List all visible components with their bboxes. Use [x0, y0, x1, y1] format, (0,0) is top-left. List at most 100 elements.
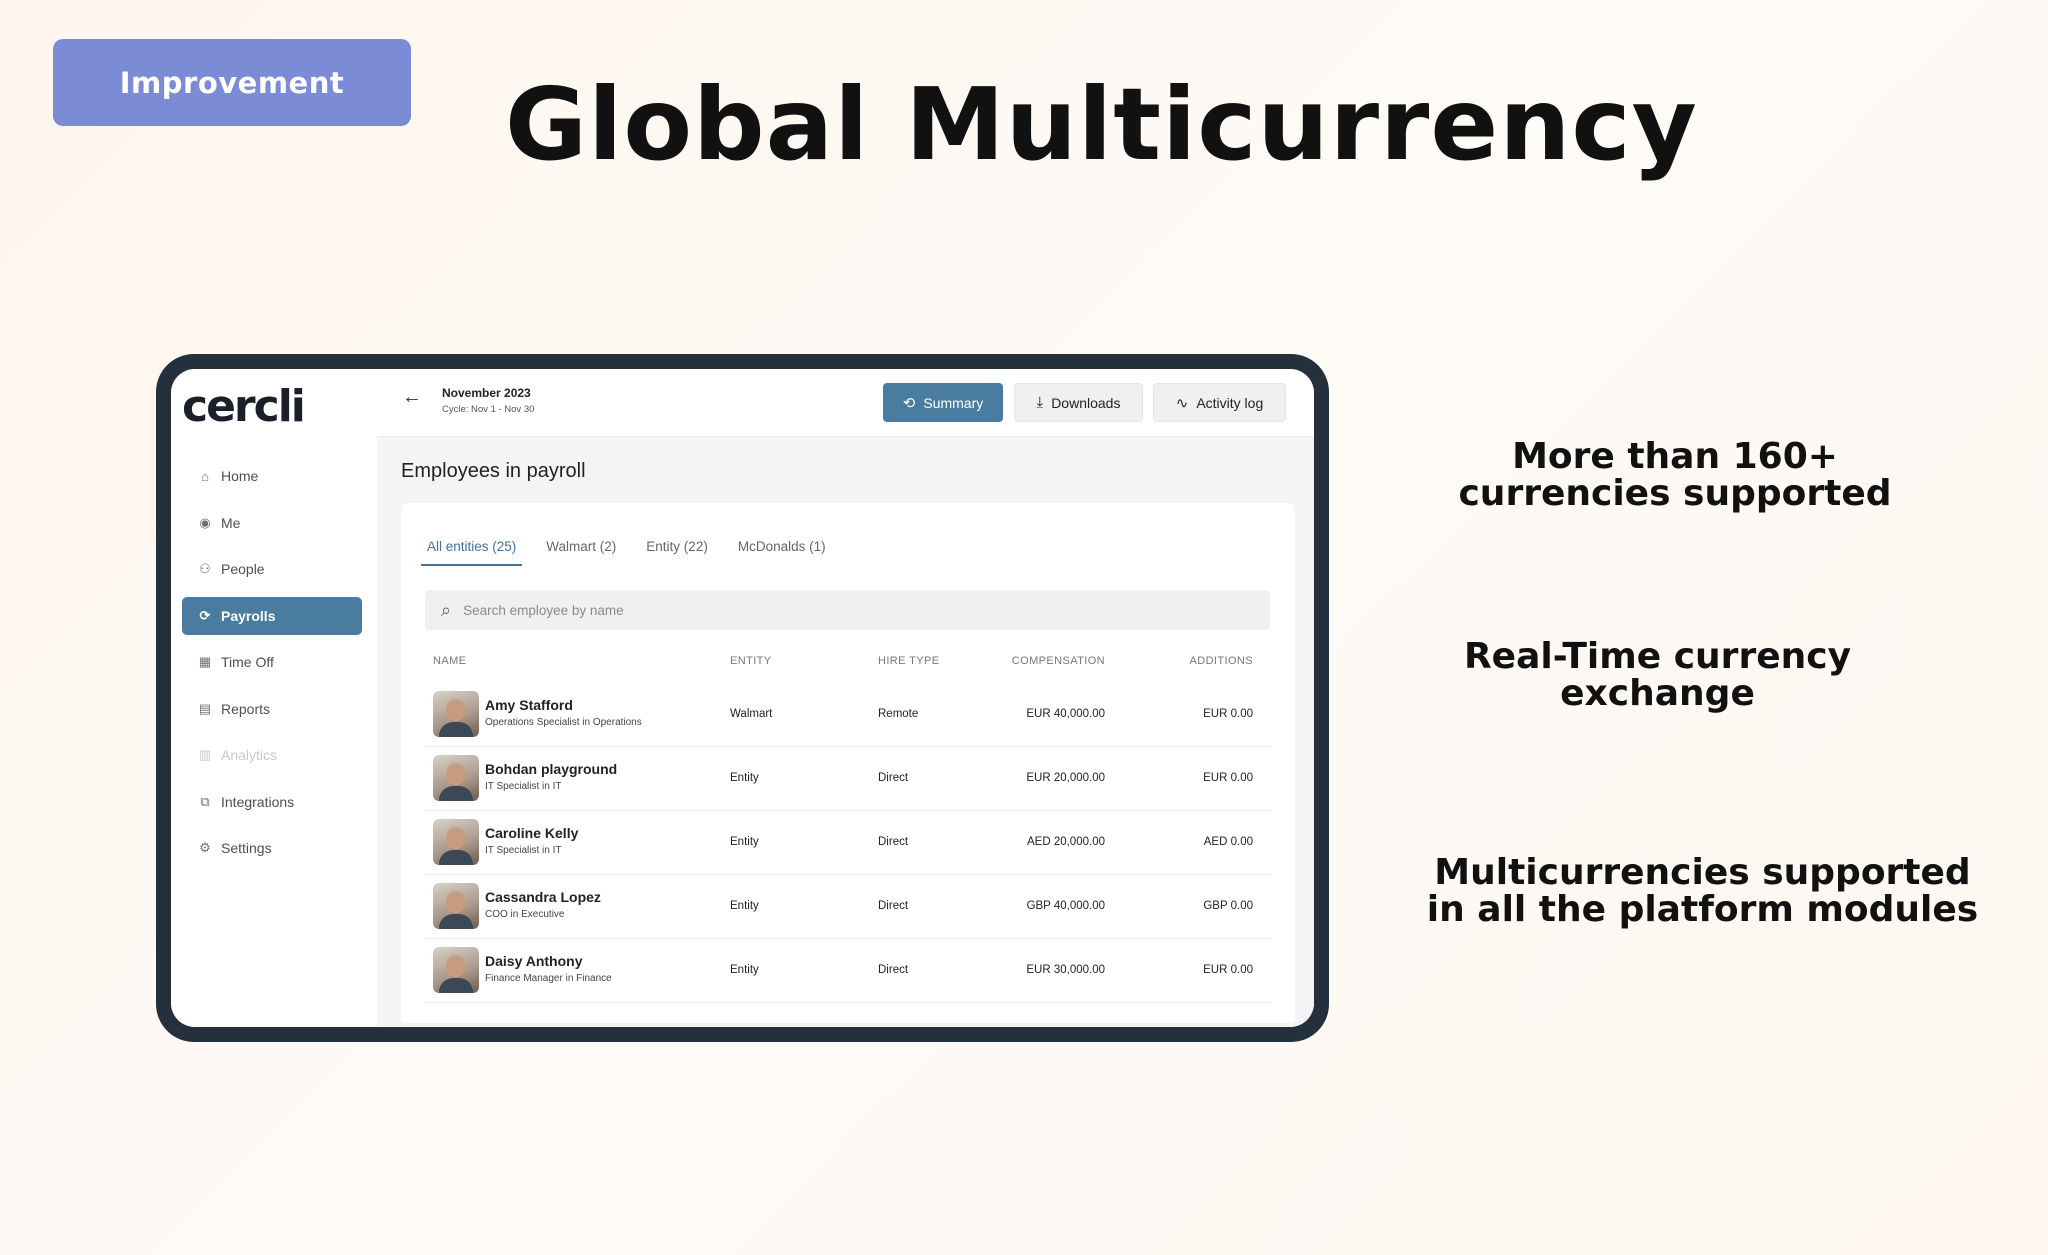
sidebar-item-home[interactable]: ⌂ Home: [182, 457, 362, 495]
avatar: [433, 755, 479, 801]
sidebar-item-label: Reports: [221, 700, 271, 717]
sidebar: cercli ⌂ Home ◉ Me ⚇ People ⟳ Payrolls ▦…: [171, 369, 377, 1027]
table-row[interactable]: Bohdan playground IT Specialist in IT En…: [425, 747, 1270, 811]
employee-entity: Walmart: [730, 708, 773, 720]
employee-name: Caroline Kelly: [485, 825, 579, 841]
employee-additions: AED 0.00: [1203, 836, 1253, 848]
employee-role: IT Specialist in IT: [485, 845, 562, 856]
sidebar-nav: ⌂ Home ◉ Me ⚇ People ⟳ Payrolls ▦ Time O…: [182, 457, 362, 876]
avatar: [433, 947, 479, 993]
employee-hire-type: Direct: [878, 772, 909, 784]
employee-entity: Entity: [730, 836, 759, 848]
column-additions[interactable]: ADDITIONS: [1190, 655, 1254, 667]
feature-currencies: More than 160+ currencies supported: [1458, 436, 1892, 514]
people-icon: ⚇: [199, 561, 211, 576]
search-icon: ⌕: [441, 599, 452, 620]
table-row[interactable]: Cassandra Lopez COO in Executive Entity …: [425, 875, 1270, 939]
feature-modules: Multicurrencies supported in all the pla…: [1426, 852, 1979, 930]
app-screen: cercli ⌂ Home ◉ Me ⚇ People ⟳ Payrolls ▦…: [171, 369, 1314, 1027]
page-title: Global Multicurrency: [505, 66, 1698, 183]
employee-compensation: EUR 40,000.00: [1026, 708, 1105, 720]
payroll-month: November 2023: [442, 386, 531, 400]
feature-exchange: Real-Time currency exchange: [1463, 636, 1852, 714]
calendar-icon: ▦: [198, 654, 212, 669]
sidebar-item-label: Time Off: [221, 654, 274, 670]
column-entity[interactable]: ENTITY: [730, 655, 772, 667]
employee-compensation: EUR 30,000.00: [1026, 964, 1105, 976]
entity-tabs: All entities (25) Walmart (2) Entity (22…: [421, 539, 850, 566]
employee-additions: EUR 0.00: [1203, 772, 1253, 784]
sidebar-item-label: Integrations: [221, 793, 295, 810]
integrations-icon: ⧉: [200, 793, 210, 809]
section-title: Employees in payroll: [401, 460, 586, 482]
user-circle-icon: ◉: [199, 514, 211, 530]
sidebar-item-label: Payrolls: [221, 607, 276, 624]
avatar: [433, 883, 479, 929]
payroll-icon: ⟳: [199, 607, 211, 623]
tab-walmart[interactable]: Walmart (2): [540, 539, 622, 566]
table-row[interactable]: Caroline Kelly IT Specialist in IT Entit…: [425, 811, 1270, 875]
column-name[interactable]: NAME: [433, 655, 466, 667]
employee-hire-type: Direct: [878, 964, 909, 976]
main-content: Employees in payroll All entities (25) W…: [377, 437, 1314, 1027]
payroll-card: All entities (25) Walmart (2) Entity (22…: [401, 503, 1295, 1023]
employee-role: COO in Executive: [485, 909, 565, 920]
employee-table: Amy Stafford Operations Specialist in Op…: [425, 683, 1270, 1003]
employee-name: Amy Stafford: [485, 697, 573, 713]
tab-entity[interactable]: Entity (22): [640, 539, 714, 566]
employee-role: IT Specialist in IT: [485, 781, 562, 792]
column-hire-type[interactable]: HIRE TYPE: [878, 655, 939, 667]
table-row[interactable]: Amy Stafford Operations Specialist in Op…: [425, 683, 1270, 747]
employee-additions: EUR 0.00: [1203, 964, 1253, 976]
tab-all-entities[interactable]: All entities (25): [421, 539, 523, 566]
sidebar-item-integrations[interactable]: ⧉ Integrations: [182, 783, 362, 821]
summary-button[interactable]: ⟲ Summary: [883, 383, 1003, 422]
avatar: [433, 819, 479, 865]
sidebar-item-label: Home: [221, 468, 259, 484]
search-input[interactable]: [461, 601, 1066, 619]
sidebar-item-time-off[interactable]: ▦ Time Off: [182, 643, 362, 681]
summary-label: Summary: [923, 394, 984, 411]
activity-icon: ∿: [1175, 394, 1189, 412]
table-header: NAME ENTITY HIRE TYPE COMPENSATION ADDIT…: [425, 655, 1270, 675]
summary-icon: ⟲: [902, 394, 916, 412]
downloads-button[interactable]: ⤓ Downloads: [1014, 383, 1143, 422]
document-icon: ▤: [198, 700, 212, 716]
sidebar-item-analytics: ▥ Analytics: [182, 736, 362, 774]
sidebar-item-label: People: [221, 561, 265, 577]
employee-name: Cassandra Lopez: [485, 889, 601, 905]
sidebar-item-settings[interactable]: ⚙ Settings: [182, 829, 362, 867]
search-bar: ⌕: [425, 590, 1270, 630]
employee-compensation: EUR 20,000.00: [1026, 772, 1105, 784]
column-compensation[interactable]: COMPENSATION: [1012, 655, 1105, 667]
sidebar-item-me[interactable]: ◉ Me: [182, 504, 362, 542]
improvement-badge: Improvement: [53, 39, 411, 126]
home-icon: ⌂: [201, 468, 209, 484]
sidebar-item-payrolls[interactable]: ⟳ Payrolls: [182, 596, 362, 635]
activity-log-label: Activity log: [1196, 394, 1264, 411]
employee-entity: Entity: [730, 964, 759, 976]
tab-mcdonalds[interactable]: McDonalds (1): [732, 539, 832, 566]
sidebar-item-reports[interactable]: ▤ Reports: [182, 690, 362, 728]
activity-log-button[interactable]: ∿ Activity log: [1153, 383, 1286, 422]
employee-name: Daisy Anthony: [485, 953, 583, 969]
employee-hire-type: Direct: [878, 900, 909, 912]
avatar: [433, 691, 479, 737]
employee-hire-type: Remote: [878, 708, 919, 720]
employee-compensation: GBP 40,000.00: [1026, 900, 1105, 912]
top-bar: ← November 2023 Cycle: Nov 1 - Nov 30 ⟲ …: [377, 369, 1314, 437]
app-logo[interactable]: cercli: [182, 381, 306, 432]
back-arrow-icon[interactable]: ←: [402, 386, 422, 409]
employee-compensation: AED 20,000.00: [1026, 836, 1105, 848]
payroll-cycle: Cycle: Nov 1 - Nov 30: [442, 404, 535, 415]
table-row[interactable]: Daisy Anthony Finance Manager in Finance…: [425, 939, 1270, 1003]
employee-role: Finance Manager in Finance: [485, 973, 612, 984]
download-icon: ⤓: [1036, 394, 1044, 411]
sidebar-item-people[interactable]: ⚇ People: [182, 550, 362, 588]
analytics-icon: ▥: [198, 747, 212, 762]
sidebar-item-label: Settings: [221, 840, 272, 856]
downloads-label: Downloads: [1051, 394, 1121, 411]
employee-entity: Entity: [730, 900, 759, 912]
employee-entity: Entity: [730, 772, 759, 784]
sidebar-item-label: Analytics: [221, 747, 278, 763]
